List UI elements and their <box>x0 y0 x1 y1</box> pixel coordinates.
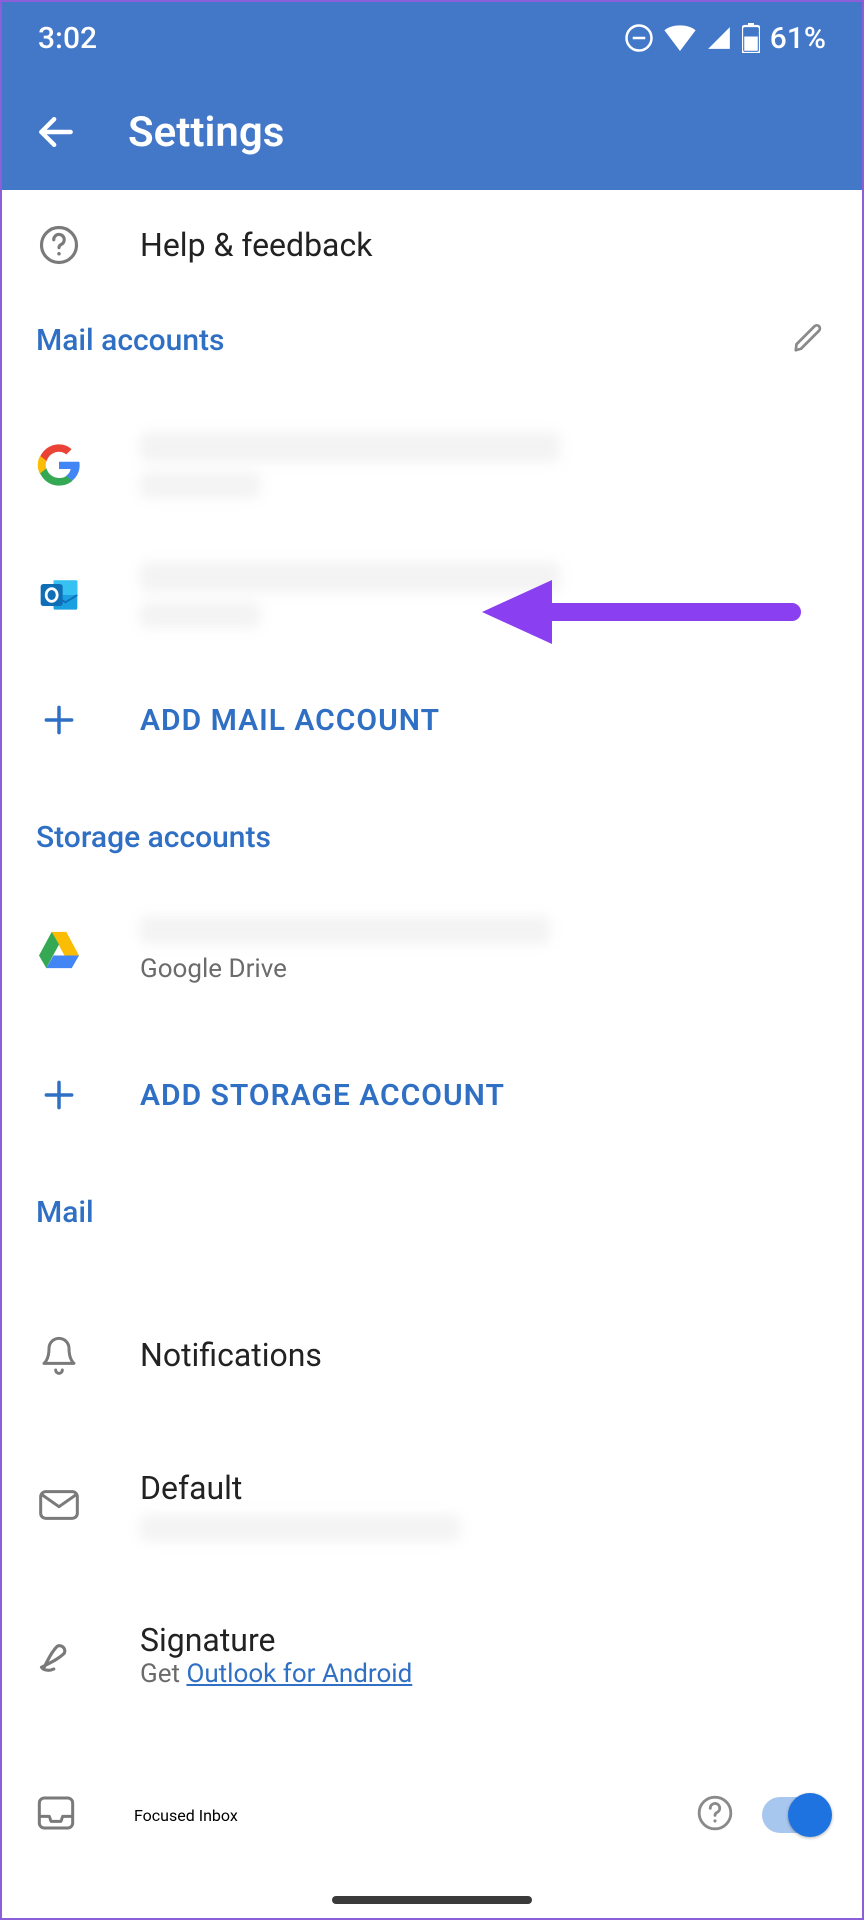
signature-label: Signature <box>140 1621 828 1659</box>
add-mail-account-button[interactable]: ADD MAIL ACCOUNT <box>2 660 862 780</box>
focused-inbox-label: Focused Inbox <box>134 1806 238 1825</box>
signal-icon <box>706 25 732 51</box>
signature-row[interactable]: Signature Get Outlook for Android <box>2 1580 862 1730</box>
outlook-android-link[interactable]: Outlook for Android <box>186 1659 412 1689</box>
battery-icon <box>742 23 760 53</box>
mail-account-google[interactable] <box>2 400 862 530</box>
bell-icon <box>39 1335 79 1375</box>
signature-icon <box>38 1634 80 1676</box>
battery-percent: 61% <box>770 21 826 56</box>
notifications-row[interactable]: Notifications <box>2 1280 862 1430</box>
focused-inbox-row[interactable]: Focused Inbox <box>2 1770 862 1860</box>
section-storage-accounts: Storage accounts <box>2 780 862 865</box>
focused-inbox-help-button[interactable] <box>696 1794 734 1836</box>
help-circle-icon <box>696 1794 734 1832</box>
signature-prefix: Get <box>140 1659 186 1689</box>
add-storage-account-label: ADD STORAGE ACCOUNT <box>140 1078 828 1113</box>
status-bar: 3:02 61% <box>2 2 862 74</box>
plus-icon <box>40 1076 78 1114</box>
app-header: Settings <box>2 74 862 190</box>
google-account-name-redacted <box>140 472 260 498</box>
mail-icon <box>39 1489 79 1521</box>
default-mail-row[interactable]: Default <box>2 1430 862 1580</box>
outlook-account-name-redacted <box>140 602 260 628</box>
back-button[interactable] <box>32 108 80 156</box>
section-mail: Mail <box>2 1155 862 1240</box>
add-storage-account-button[interactable]: ADD STORAGE ACCOUNT <box>2 1035 862 1155</box>
help-circle-icon <box>38 224 80 266</box>
inbox-icon <box>36 1793 76 1833</box>
default-account-redacted <box>140 1515 460 1541</box>
gdrive-label: Google Drive <box>140 954 828 984</box>
pencil-icon <box>792 318 828 354</box>
outlook-logo-icon <box>37 573 81 617</box>
default-label: Default <box>140 1469 828 1507</box>
section-mail-label: Mail <box>36 1195 94 1230</box>
google-account-email-redacted <box>140 432 560 462</box>
android-nav-handle[interactable] <box>332 1896 532 1904</box>
section-mail-accounts-label: Mail accounts <box>36 323 224 358</box>
google-drive-icon <box>37 930 81 970</box>
outlook-account-email-redacted <box>140 562 560 592</box>
mail-account-outlook[interactable] <box>2 530 862 660</box>
help-label: Help & feedback <box>140 226 828 264</box>
gdrive-account-email-redacted <box>140 916 550 944</box>
storage-account-google-drive[interactable]: Google Drive <box>2 885 862 1015</box>
status-time: 3:02 <box>38 21 97 56</box>
add-mail-account-label: ADD MAIL ACCOUNT <box>140 703 828 738</box>
page-title: Settings <box>128 108 284 157</box>
edit-accounts-button[interactable] <box>792 318 828 362</box>
google-logo-icon <box>37 443 81 487</box>
help-feedback-row[interactable]: Help & feedback <box>2 190 862 300</box>
notifications-label: Notifications <box>140 1336 828 1374</box>
focused-inbox-toggle[interactable] <box>762 1797 828 1833</box>
wifi-icon <box>664 25 696 51</box>
status-indicators: 61% <box>624 21 826 56</box>
dnd-icon <box>624 23 654 53</box>
section-mail-accounts: Mail accounts <box>2 300 862 380</box>
arrow-left-icon <box>34 110 78 154</box>
section-storage-accounts-label: Storage accounts <box>36 820 271 855</box>
plus-icon <box>40 701 78 739</box>
signature-subtext: Get Outlook for Android <box>140 1659 828 1689</box>
